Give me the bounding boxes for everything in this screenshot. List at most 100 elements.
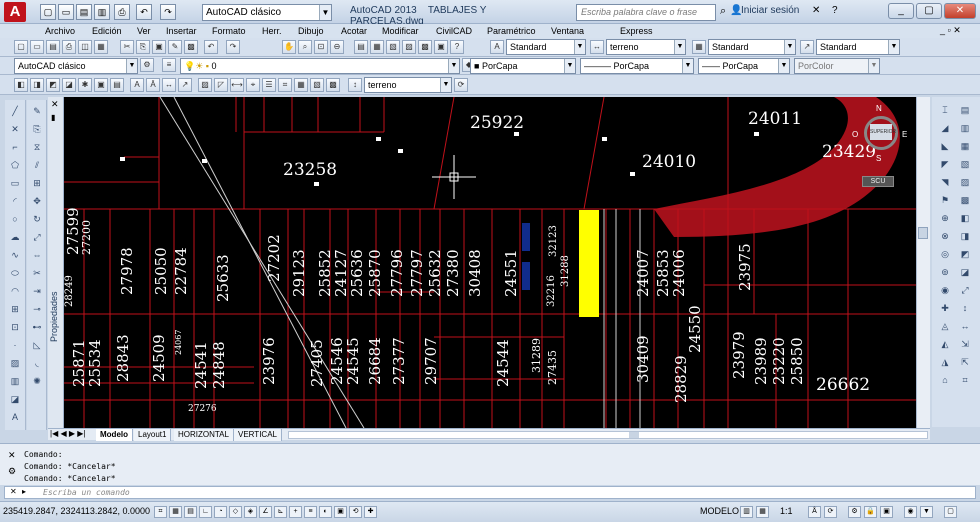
scrollbar-thumb[interactable] (918, 227, 928, 239)
ortho-icon[interactable]: ∟ (199, 506, 212, 518)
minimize-button[interactable]: _ (888, 3, 914, 19)
menu-parametrico[interactable]: Paramétrico (487, 24, 536, 38)
help-icon[interactable]: ? (832, 5, 838, 16)
match-properties-icon[interactable]: ✎ (168, 40, 182, 54)
auto-scale-icon[interactable]: ⟳ (824, 506, 837, 518)
hscroll-thumb[interactable] (629, 432, 639, 438)
annotation-visibility-icon[interactable]: Å (808, 506, 821, 518)
selection-cycling-icon[interactable]: ⟲ (349, 506, 362, 518)
dim-style-select-2[interactable]: terreno ▼ (364, 77, 452, 93)
tool-icon[interactable]: ◤ (938, 157, 952, 171)
insert-block-icon[interactable]: ⊞ (8, 302, 22, 316)
redo-icon[interactable]: ↷ (226, 40, 240, 54)
coordinates-icon[interactable]: ⌗ (278, 78, 292, 92)
table-icon[interactable]: ▩ (326, 78, 340, 92)
polyline-icon[interactable]: ⌐ (8, 140, 22, 154)
grid-icon[interactable]: ▤ (184, 506, 197, 518)
viewcube-face-top[interactable]: SUPERIOR (870, 124, 896, 140)
menu-minimize-icon[interactable]: _ ▫ ✕ (940, 25, 961, 36)
isolate-objects-icon[interactable]: ◉ (904, 506, 917, 518)
menu-acotar[interactable]: Acotar (341, 24, 367, 38)
rotate-icon[interactable]: ↻ (30, 212, 44, 226)
lock-ui-icon[interactable]: 🔒 (864, 506, 877, 518)
tool-icon[interactable]: ◥ (938, 175, 952, 189)
fillet-icon[interactable]: ◟ (30, 356, 44, 370)
tab-vertical[interactable]: VERTICAL (234, 429, 282, 441)
layer-previous-icon[interactable]: ◧ (14, 78, 28, 92)
tab-layout1[interactable]: Layout1 (134, 429, 172, 441)
circle-icon[interactable]: ○ (8, 212, 22, 226)
tool-icon[interactable]: ⇲ (958, 337, 972, 351)
drawing-canvas[interactable]: 25922 24011 23258 24010 23429 26662 2759… (64, 97, 916, 428)
tab-horizontal[interactable]: HORIZONTAL (174, 429, 234, 441)
redo-icon[interactable]: ↷ (160, 4, 176, 20)
ucs-menu-button[interactable]: SCU (862, 176, 894, 187)
tool-icon[interactable]: ◬ (938, 319, 952, 333)
tool-icon[interactable]: ⊚ (938, 265, 952, 279)
scale-icon[interactable]: ⤢ (30, 230, 44, 244)
dimstyle-icon[interactable]: ↕ (348, 78, 362, 92)
extend-icon[interactable]: ⇥ (30, 284, 44, 298)
mtext-icon[interactable]: Ā (146, 78, 160, 92)
model-space-button[interactable]: MODELO (700, 506, 739, 516)
publish-icon[interactable]: ▦ (94, 40, 108, 54)
annotation-scale[interactable]: 1:1 (780, 506, 793, 516)
clean-screen-icon[interactable]: ▢ (944, 506, 957, 518)
tool-icon[interactable]: ▩ (958, 193, 972, 207)
properties-icon[interactable]: ▤ (354, 40, 368, 54)
trim-icon[interactable]: ✂ (30, 266, 44, 280)
plot-style-select[interactable]: PorColor ▼ (794, 58, 880, 74)
copy-object-icon[interactable]: ⎘ (30, 122, 44, 136)
menu-herr[interactable]: Herr. (262, 24, 282, 38)
tool-icon[interactable]: ⌗ (958, 373, 972, 387)
workspace-select[interactable]: AutoCAD clásico ▼ (202, 4, 332, 21)
tool-icon[interactable]: ◩ (958, 247, 972, 261)
layer-off-icon[interactable]: ◪ (62, 78, 76, 92)
workspace-switch-icon[interactable]: ⚙ (848, 506, 861, 518)
area-icon[interactable]: ◸ (214, 78, 228, 92)
layer-match-icon[interactable]: ▤ (110, 78, 124, 92)
plot-icon[interactable]: ⎙ (114, 4, 130, 20)
tool-icon[interactable]: ◭ (938, 337, 952, 351)
command-recent-icon[interactable]: ▸ (22, 487, 26, 496)
tool-icon[interactable]: ▥ (958, 121, 972, 135)
osnap-icon[interactable]: ◇ (229, 506, 242, 518)
command-input[interactable]: Escriba un comando (4, 486, 976, 499)
distance-icon[interactable]: ⟷ (230, 78, 244, 92)
pan-icon[interactable]: ✋ (282, 40, 296, 54)
snap-icon[interactable]: ▦ (169, 506, 182, 518)
ellipse-arc-icon[interactable]: ◠ (8, 284, 22, 298)
menu-insertar[interactable]: Insertar (166, 24, 197, 38)
copy-icon[interactable]: ⎘ (136, 40, 150, 54)
keyword-search-input[interactable]: Escriba palabra clave o frase (576, 4, 716, 21)
tool-icon[interactable]: ◢ (938, 121, 952, 135)
gradient-icon[interactable]: ▥ (8, 374, 22, 388)
quick-view-layouts-icon[interactable]: ▥ (740, 506, 753, 518)
transparency-icon[interactable]: ◐ (319, 506, 332, 518)
break-icon[interactable]: ⊸ (30, 302, 44, 316)
stretch-icon[interactable]: ⇔ (30, 248, 44, 262)
search-icon[interactable]: ⌕ (720, 5, 726, 18)
point-icon[interactable]: · (8, 338, 22, 352)
menu-express[interactable]: Express (620, 24, 653, 38)
3d-osnap-icon[interactable]: ◈ (244, 506, 257, 518)
viewcube[interactable]: SUPERIOR N S E O SCU (848, 100, 912, 190)
mleader-style-select[interactable]: Standard ▼ (816, 39, 900, 55)
undo-icon[interactable]: ↶ (136, 4, 152, 20)
command-close-icon[interactable]: ✕ (10, 487, 17, 496)
properties-palette[interactable]: ✕ ▮ Propiedades (48, 97, 64, 428)
dim-style-icon[interactable]: ↔ (590, 40, 604, 54)
exchange-icon[interactable]: ✕ (812, 5, 820, 16)
dim-update-icon[interactable]: ⟳ (454, 78, 468, 92)
parcel-icon[interactable]: ▦ (294, 78, 308, 92)
zoom-realtime-icon[interactable]: ⌕ (298, 40, 312, 54)
layer-isolate-icon[interactable]: ◨ (30, 78, 44, 92)
tool-icon[interactable]: ⤢ (958, 283, 972, 297)
menu-formato[interactable]: Formato (212, 24, 246, 38)
tool-icon[interactable]: ◎ (938, 247, 952, 261)
ellipse-icon[interactable]: ⬭ (8, 266, 22, 280)
cut-icon[interactable]: ✂ (120, 40, 134, 54)
layer-properties-icon[interactable]: ≡ (162, 58, 176, 72)
paste-icon[interactable]: ▣ (152, 40, 166, 54)
palette-pin-icon[interactable]: ▮ (51, 113, 55, 122)
